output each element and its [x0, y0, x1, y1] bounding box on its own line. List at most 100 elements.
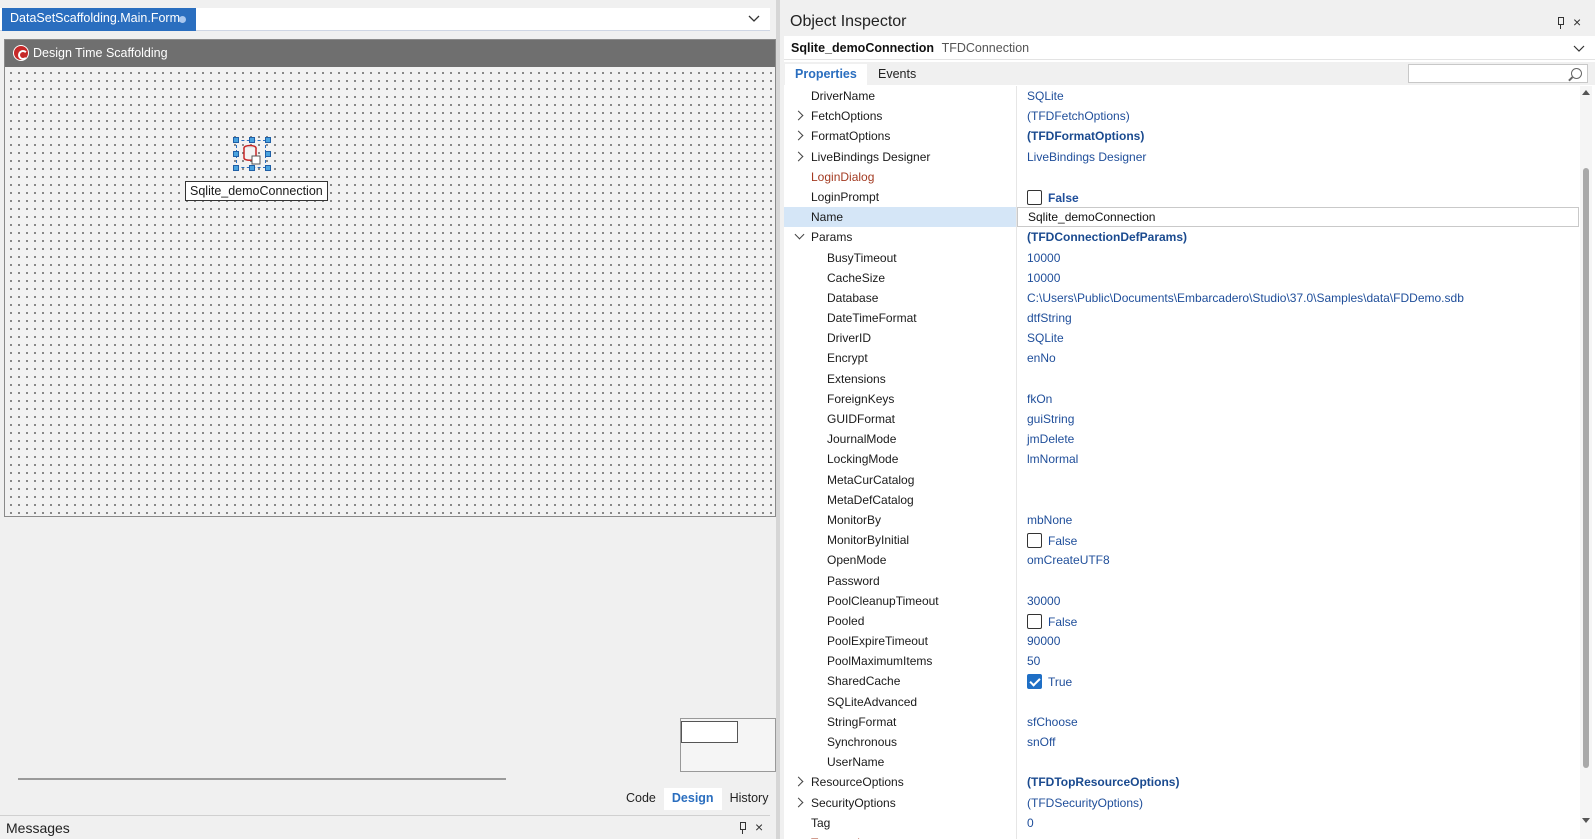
resize-handle[interactable] [265, 137, 271, 143]
property-row[interactable]: BusyTimeout 10000 [784, 247, 1579, 268]
property-row[interactable]: LockingMode lmNormal [784, 449, 1579, 470]
property-value[interactable] [1017, 692, 1579, 712]
component-selector[interactable]: Sqlite_demoConnection TFDConnection [784, 36, 1595, 60]
property-value[interactable]: (TFDTopResourceOptions) [1017, 772, 1579, 792]
property-row[interactable]: JournalMode jmDelete [784, 429, 1579, 450]
pane-splitter[interactable] [776, 0, 780, 839]
property-row[interactable]: MetaCurCatalog [784, 469, 1579, 490]
property-row[interactable]: LoginPrompt False [784, 186, 1579, 208]
tab-history[interactable]: History [722, 788, 777, 810]
property-row[interactable]: Synchronous snOff [784, 732, 1579, 753]
property-value[interactable]: guiString [1017, 409, 1579, 429]
property-row[interactable]: SharedCache True [784, 671, 1579, 692]
tab-code[interactable]: Code [618, 788, 664, 810]
property-search-input[interactable] [1408, 64, 1588, 83]
property-row[interactable]: SecurityOptions (TFDSecurityOptions) [784, 792, 1579, 813]
property-value[interactable]: 30000 [1017, 591, 1579, 611]
property-value[interactable]: 0 [1017, 813, 1579, 833]
property-row[interactable]: Name Sqlite_demoConnection [784, 207, 1579, 228]
property-row[interactable]: PoolCleanupTimeout 30000 [784, 590, 1579, 611]
expand-chevron-icon[interactable] [794, 111, 804, 121]
checkbox[interactable] [1027, 613, 1042, 629]
property-value[interactable]: 10000 [1017, 268, 1579, 288]
property-value[interactable]: 90000 [1017, 631, 1579, 651]
property-row[interactable]: SQLiteAdvanced [784, 691, 1579, 712]
property-row[interactable]: Pooled False [784, 610, 1579, 632]
property-value[interactable] [1017, 369, 1579, 389]
property-row[interactable]: DateTimeFormat dtfString [784, 308, 1579, 329]
property-value[interactable]: enNo [1017, 348, 1579, 368]
property-row[interactable]: DriverID SQLite [784, 328, 1579, 349]
property-row[interactable]: MetaDefCatalog [784, 489, 1579, 510]
close-icon[interactable]: × [755, 820, 765, 834]
checkbox[interactable] [1027, 674, 1042, 690]
property-row[interactable]: Extensions [784, 368, 1579, 389]
property-row[interactable]: CacheSize 10000 [784, 267, 1579, 288]
property-value[interactable]: omCreateUTF8 [1017, 550, 1579, 570]
property-row[interactable]: Encrypt enNo [784, 348, 1579, 369]
design-form[interactable]: Design Time Scaffolding Sqlite_demoConne… [4, 39, 776, 517]
property-value[interactable]: fkOn [1017, 389, 1579, 409]
property-value[interactable] [1017, 490, 1579, 510]
property-value[interactable]: SQLite [1017, 86, 1579, 106]
property-value[interactable]: mbNone [1017, 510, 1579, 530]
property-row[interactable]: Params (TFDConnectionDefParams) [784, 227, 1579, 248]
resize-handle[interactable] [249, 137, 255, 143]
chevron-down-icon[interactable] [746, 11, 762, 27]
property-row[interactable]: MonitorByInitial False [784, 530, 1579, 551]
property-row[interactable]: ResourceOptions (TFDTopResourceOptions) [784, 772, 1579, 793]
expand-chevron-icon[interactable] [794, 777, 804, 787]
fdconnection-component[interactable] [233, 137, 271, 171]
pin-icon[interactable] [1555, 17, 1565, 29]
property-value[interactable]: SQLite [1017, 328, 1579, 348]
resize-handle[interactable] [233, 151, 239, 157]
property-row[interactable]: Transaction [784, 832, 1579, 839]
property-value[interactable]: (TFDSecurityOptions) [1017, 793, 1579, 813]
property-row[interactable]: FetchOptions (TFDFetchOptions) [784, 106, 1579, 127]
resize-handle[interactable] [249, 165, 255, 171]
property-value[interactable]: False [1017, 611, 1579, 631]
property-value[interactable]: sfChoose [1017, 712, 1579, 732]
tab-properties[interactable]: Properties [785, 64, 867, 85]
property-value[interactable]: False [1017, 187, 1579, 207]
property-value[interactable] [1017, 571, 1579, 591]
property-row[interactable]: PoolMaximumItems 50 [784, 651, 1579, 672]
property-row[interactable]: GUIDFormat guiString [784, 409, 1579, 430]
property-value[interactable]: jmDelete [1017, 429, 1579, 449]
property-value[interactable]: (TFDFormatOptions) [1017, 126, 1579, 146]
resize-handle[interactable] [233, 137, 239, 143]
property-row[interactable]: PoolExpireTimeout 90000 [784, 631, 1579, 652]
property-value[interactable]: 10000 [1017, 248, 1579, 268]
vertical-scrollbar[interactable] [1580, 86, 1592, 839]
resize-handle[interactable] [265, 165, 271, 171]
property-row[interactable]: ForeignKeys fkOn [784, 388, 1579, 409]
scroll-up-icon[interactable] [1582, 90, 1590, 95]
expand-chevron-icon[interactable] [794, 152, 804, 162]
property-row[interactable]: DriverName SQLite [784, 86, 1579, 107]
property-value[interactable]: Sqlite_demoConnection [1017, 207, 1579, 228]
property-row[interactable]: UserName [784, 752, 1579, 773]
property-value[interactable]: snOff [1017, 732, 1579, 752]
pin-icon[interactable] [737, 822, 747, 834]
property-value[interactable]: LiveBindings Designer [1017, 147, 1579, 167]
property-row[interactable]: Database C:\Users\Public\Documents\Embarc… [784, 287, 1579, 309]
property-row[interactable]: StringFormat sfChoose [784, 711, 1579, 732]
scrollbar-thumb[interactable] [1583, 168, 1589, 768]
property-value[interactable]: False [1017, 530, 1579, 550]
checkbox[interactable] [1027, 189, 1042, 205]
minimap-viewport[interactable] [681, 721, 738, 743]
property-row[interactable]: LoginDialog [784, 166, 1579, 187]
property-value[interactable] [1017, 752, 1579, 772]
property-value[interactable]: 50 [1017, 651, 1579, 671]
resize-handle[interactable] [265, 151, 271, 157]
horizontal-scrollbar[interactable] [18, 778, 506, 780]
tab-events[interactable]: Events [868, 64, 926, 85]
property-row[interactable]: OpenMode omCreateUTF8 [784, 550, 1579, 571]
checkbox[interactable] [1027, 533, 1042, 549]
property-row[interactable]: Tag 0 [784, 812, 1579, 833]
resize-handle[interactable] [233, 165, 239, 171]
property-value[interactable]: lmNormal [1017, 449, 1579, 469]
property-row[interactable]: Password [784, 570, 1579, 591]
scroll-down-icon[interactable] [1582, 818, 1590, 823]
property-value[interactable]: C:\Users\Public\Documents\Embarcadero\St… [1017, 288, 1579, 308]
